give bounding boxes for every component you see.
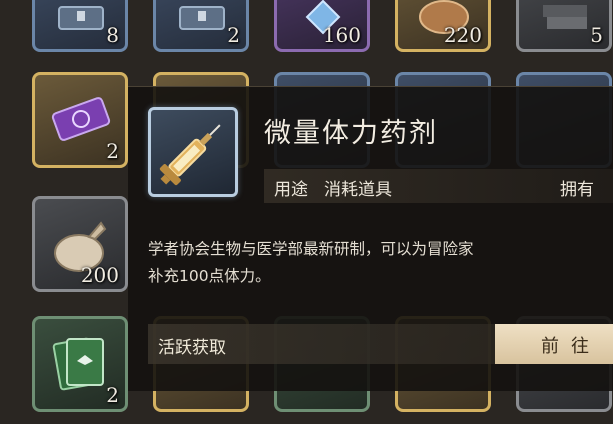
item-count: 160 — [322, 23, 361, 47]
item-info-row: 用途 消耗道具 拥有 — [264, 169, 613, 203]
item-count: 2 — [106, 139, 119, 163]
inventory-slot[interactable]: 2 — [153, 0, 249, 52]
inventory-slot[interactable]: 200 — [32, 196, 128, 292]
item-count: 2 — [227, 23, 240, 47]
inventory-slot[interactable]: 2 — [32, 316, 128, 412]
item-description-line: 补充100点体力。 — [148, 267, 271, 285]
item-count: 5 — [590, 23, 603, 47]
ore-icon — [543, 5, 587, 29]
item-count: 220 — [443, 23, 482, 47]
source-label: 活跃获取 — [158, 338, 226, 358]
inventory-slot[interactable]: 160 — [274, 0, 370, 52]
item-icon-frame — [148, 107, 238, 197]
usage-label: 用途 — [274, 180, 308, 200]
item-count: 2 — [106, 383, 119, 407]
ticket-icon — [51, 97, 111, 141]
item-description-line: 学者协会生物与医学部最新研制，可以为冒险家 — [148, 240, 474, 258]
inventory-slot[interactable]: 8 — [32, 0, 128, 52]
inventory-slot[interactable]: 220 — [395, 0, 491, 52]
item-count: 200 — [80, 263, 119, 287]
inventory-slot[interactable]: 5 — [516, 0, 612, 52]
chest-icon — [58, 6, 104, 30]
inventory-slot[interactable]: 2 — [32, 72, 128, 168]
card-pack-icon — [52, 337, 104, 391]
item-count: 8 — [106, 23, 119, 47]
item-detail-panel: 微量体力药剂 用途 消耗道具 拥有 学者协会生物与医学部最新研制，可以为冒险家 … — [128, 86, 613, 391]
chest-icon — [179, 6, 225, 30]
usage-value: 消耗道具 — [324, 180, 392, 200]
syringe-icon — [159, 124, 221, 186]
owned-label: 拥有 — [560, 180, 594, 200]
item-title: 微量体力药剂 — [264, 118, 438, 149]
source-row: 活跃获取 前往 — [148, 324, 613, 364]
goto-button[interactable]: 前往 — [495, 324, 613, 364]
